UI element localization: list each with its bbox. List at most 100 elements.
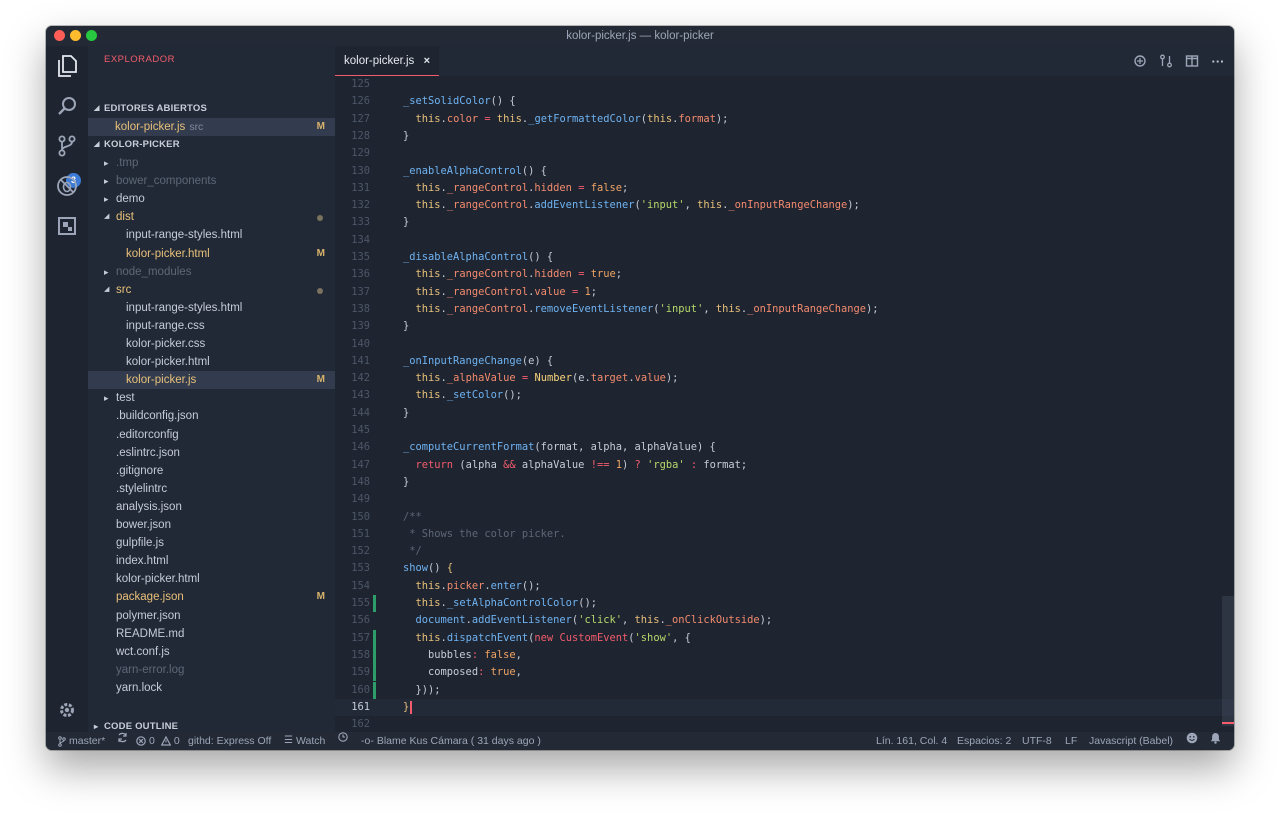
tree-item[interactable]: ▸ test xyxy=(88,389,335,407)
scrollbar-thumb[interactable] xyxy=(1222,596,1234,726)
tree-item[interactable]: analysis.json xyxy=(88,498,335,516)
code-line: 130 _enableAlphaControl() { xyxy=(335,163,1234,180)
watch-button[interactable]: ☰ Watch xyxy=(284,732,325,750)
notifications-bell-icon[interactable] xyxy=(1210,732,1221,744)
code-text: } xyxy=(403,475,410,488)
line-number: 155 xyxy=(351,597,370,609)
code-text: this._rangeControl.hidden = true; xyxy=(415,268,623,281)
githd-status[interactable]: githd: Express Off xyxy=(188,732,271,750)
code-line: 139} xyxy=(335,318,1234,335)
code-line: 153 show() { xyxy=(335,560,1234,577)
code-line: 148} xyxy=(335,474,1234,491)
code-text: } xyxy=(403,320,410,333)
tree-item[interactable]: package.json M xyxy=(88,588,335,606)
tab-bar: kolor-picker.js × ··· xyxy=(335,46,1234,76)
open-editor-item[interactable]: kolor-picker.js src M xyxy=(88,118,335,136)
git-change-marker xyxy=(373,681,376,699)
tree-item[interactable]: ▸ node_modules xyxy=(88,263,335,281)
source-control-icon[interactable] xyxy=(55,134,79,158)
code-text: this.picker.enter(); xyxy=(415,579,541,592)
tree-item[interactable]: wct.conf.js xyxy=(88,643,335,661)
list-icon: ☰ xyxy=(284,735,293,746)
open-editors-header[interactable]: ◢ EDITORES ABIERTOS xyxy=(88,100,335,118)
eol-status[interactable]: LF xyxy=(1065,732,1077,750)
code-editor[interactable]: 162 161} 160 })); 159 composed: true, 158 bu… xyxy=(335,76,1234,732)
indentation-status[interactable]: Espacios: 2 xyxy=(957,732,1011,750)
commit-icon: -o- xyxy=(361,735,374,747)
cursor-position[interactable]: Lín. 161, Col. 4 xyxy=(876,732,947,750)
line-number: 149 xyxy=(351,493,370,506)
extensions-icon[interactable] xyxy=(55,214,79,238)
tree-item[interactable]: ▸ bower_components xyxy=(88,172,335,190)
tree-item[interactable]: ▸ demo xyxy=(88,190,335,208)
open-changes-icon[interactable] xyxy=(1131,52,1149,70)
split-editor-icon[interactable] xyxy=(1183,52,1201,70)
tree-item[interactable]: gulpfile.js xyxy=(88,534,335,552)
debug-icon[interactable] xyxy=(55,174,79,198)
tree-item[interactable]: input-range-styles.html xyxy=(88,226,335,244)
close-icon[interactable]: × xyxy=(424,46,430,76)
search-icon[interactable] xyxy=(55,94,79,118)
tree-item[interactable]: yarn-error.log xyxy=(88,661,335,679)
git-blame-status[interactable]: -o- Blame Kus Cámara ( 31 days ago ) xyxy=(361,732,541,750)
line-number: 148 xyxy=(351,475,370,488)
code-line: 156 document.addEventListener('click', t… xyxy=(335,612,1234,629)
file-name: README.md xyxy=(116,627,185,640)
line-number: 130 xyxy=(351,164,370,177)
tree-item[interactable]: kolor-picker.html xyxy=(88,570,335,588)
git-change-marker xyxy=(373,664,376,682)
tree-item[interactable]: kolor-picker.css xyxy=(88,335,335,353)
tree-item[interactable]: .stylelintrc xyxy=(88,480,335,498)
chevron-right-icon: ▸ xyxy=(104,158,109,168)
close-window-button[interactable] xyxy=(54,30,65,41)
tree-item[interactable]: bower.json xyxy=(88,516,335,534)
language-mode[interactable]: Javascript (Babel) xyxy=(1089,732,1173,750)
line-number: 135 xyxy=(351,251,370,263)
tree-item[interactable]: .buildconfig.json xyxy=(88,407,335,425)
folder-name: node_modules xyxy=(116,265,192,278)
git-change-marker xyxy=(373,595,376,613)
folder-name: dist xyxy=(116,211,134,224)
tree-item[interactable]: .gitignore xyxy=(88,462,335,480)
file-name: gulpfile.js xyxy=(116,537,164,550)
compare-icon[interactable] xyxy=(1157,52,1175,70)
line-number: 161 xyxy=(351,700,370,713)
code-line: 161} xyxy=(335,698,1234,717)
sync-icon[interactable] xyxy=(117,732,128,743)
minimize-window-button[interactable] xyxy=(70,30,81,41)
file-name: wct.conf.js xyxy=(116,645,170,658)
feedback-smiley-icon[interactable] xyxy=(1186,732,1198,744)
tree-item[interactable]: yarn.lock xyxy=(88,679,335,697)
branch-indicator[interactable]: master* xyxy=(58,732,105,750)
tree-item[interactable]: .editorconfig xyxy=(88,426,335,444)
tree-item[interactable]: index.html xyxy=(88,552,335,570)
more-actions-icon[interactable]: ··· xyxy=(1209,52,1227,70)
tree-item[interactable]: ◢ dist xyxy=(88,208,335,226)
tree-item[interactable]: ◢ src xyxy=(88,281,335,299)
tree-item[interactable]: polymer.json xyxy=(88,607,335,625)
explorer-icon[interactable] xyxy=(55,54,79,78)
chevron-down-icon: ◢ xyxy=(104,213,110,221)
problems-indicator[interactable]: 0 0 xyxy=(136,732,180,750)
encoding-status[interactable]: UTF-8 xyxy=(1022,732,1052,750)
modified-badge: M xyxy=(316,374,325,386)
tree-item[interactable]: .eslintrc.json xyxy=(88,444,335,462)
code-text: _computeCurrentFormat(format, alpha, alp… xyxy=(403,441,716,454)
tree-item[interactable]: kolor-picker.html xyxy=(88,353,335,371)
file-name: input-range-styles.html xyxy=(126,229,243,242)
line-number: 147 xyxy=(351,458,370,471)
tree-item[interactable]: ▸ .tmp xyxy=(88,154,335,172)
title-bar: kolor-picker.js — kolor-picker xyxy=(46,26,1234,46)
tab-kolor-picker-js[interactable]: kolor-picker.js × xyxy=(335,46,439,76)
code-line: 129 xyxy=(335,145,1234,162)
tree-item[interactable]: input-range.css xyxy=(88,317,335,335)
tree-item[interactable]: kolor-picker.js M xyxy=(88,371,335,390)
tree-item[interactable]: README.md xyxy=(88,625,335,643)
maximize-window-button[interactable] xyxy=(86,30,97,41)
line-number: 131 xyxy=(351,181,370,194)
settings-gear-icon[interactable] xyxy=(55,698,79,722)
tree-item[interactable]: kolor-picker.html M xyxy=(88,245,335,263)
tree-item[interactable]: input-range-styles.html xyxy=(88,299,335,317)
line-number: 153 xyxy=(351,562,370,575)
project-header[interactable]: ◢ KOLOR-PICKER xyxy=(88,136,335,154)
